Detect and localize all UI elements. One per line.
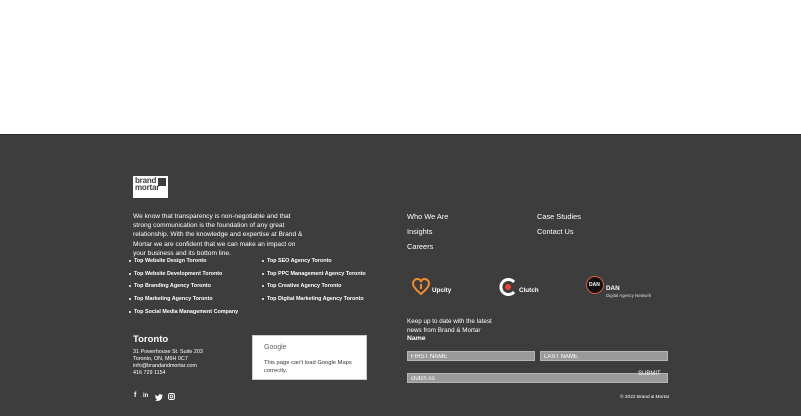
site-footer: brand mortar We know that transparency i… (0, 134, 801, 416)
copyright-text: © 2022 Brand & Mortar (620, 395, 670, 400)
newsletter-text: Keep up to date with the latest news fro… (407, 318, 492, 334)
services-list-left: Top Website Design Toronto Top Website D… (129, 257, 238, 320)
upcity-label: Upcity (432, 287, 452, 294)
address-line-1: 31 Powerhouse St. Suite 203 (133, 349, 203, 355)
service-link[interactable]: Top Digital Marketing Agency Toronto (262, 295, 366, 308)
office-address: 31 Powerhouse St. Suite 203 Toronto, ON,… (133, 349, 203, 377)
office-phone[interactable]: 416 729 1154 (133, 370, 203, 377)
address-line-2: Toronto, ON, M6H 0C7 (133, 356, 188, 362)
nav-case-studies[interactable]: Case Studies (537, 212, 581, 221)
logo-square (158, 178, 166, 186)
nav-contact-us[interactable]: Contact Us (537, 227, 574, 236)
map-embed[interactable]: Google This page can't load Google Maps … (252, 335, 367, 380)
service-link[interactable]: Top Creative Agency Toronto (262, 282, 366, 295)
last-name-input[interactable] (540, 351, 668, 361)
service-link[interactable]: Top Website Development Toronto (129, 270, 238, 283)
linkedin-icon[interactable]: in (143, 393, 148, 399)
services-list-right: Top SEO Agency Toronto Top PPC Managemen… (262, 257, 366, 308)
dan-logo-abbr: DAN (589, 282, 600, 288)
map-error-message: This page can't load Google Maps correct… (264, 360, 352, 374)
instagram-icon[interactable] (168, 393, 175, 400)
service-link[interactable]: Top PPC Management Agency Toronto (262, 270, 366, 283)
map-google-logo: Google (264, 344, 287, 351)
clutch-label: Clutch (519, 287, 539, 294)
brand-logo[interactable]: brand mortar (133, 176, 168, 198)
dan-logo-icon: DAN (586, 276, 604, 294)
nav-who-we-are[interactable]: Who We Are (407, 212, 448, 221)
dan-sublabel: Digital Agency Network (606, 293, 652, 298)
about-text: We know that transparency is non-negotia… (133, 213, 303, 257)
upcity-heart-icon (412, 278, 430, 296)
clutch-logo-icon (499, 278, 516, 296)
nav-insights[interactable]: Insights (407, 227, 432, 236)
clutch-badge[interactable]: Clutch (499, 277, 549, 297)
submit-button[interactable]: SUBMIT (638, 371, 661, 377)
twitter-icon[interactable] (155, 394, 163, 401)
dan-badge[interactable]: DAN DAN Digital Agency Network (586, 276, 666, 300)
newsletter-name-label: Name (407, 335, 426, 342)
upcity-badge[interactable]: Upcity (412, 278, 472, 298)
service-link[interactable]: Top Social Media Management Company (129, 308, 238, 321)
service-link[interactable]: Top SEO Agency Toronto (262, 257, 366, 270)
service-link[interactable]: Top Marketing Agency Toronto (129, 295, 238, 308)
dan-label: DAN (606, 285, 620, 292)
service-link[interactable]: Top Branding Agency Toronto (129, 282, 238, 295)
facebook-icon[interactable]: f (134, 392, 136, 399)
email-input[interactable] (407, 373, 668, 383)
service-link[interactable]: Top Website Design Toronto (129, 257, 238, 270)
office-email[interactable]: info@brandandmortar.com (133, 363, 203, 370)
first-name-input[interactable] (407, 351, 535, 361)
office-city: Toronto (133, 334, 169, 345)
nav-careers[interactable]: Careers (407, 242, 433, 251)
